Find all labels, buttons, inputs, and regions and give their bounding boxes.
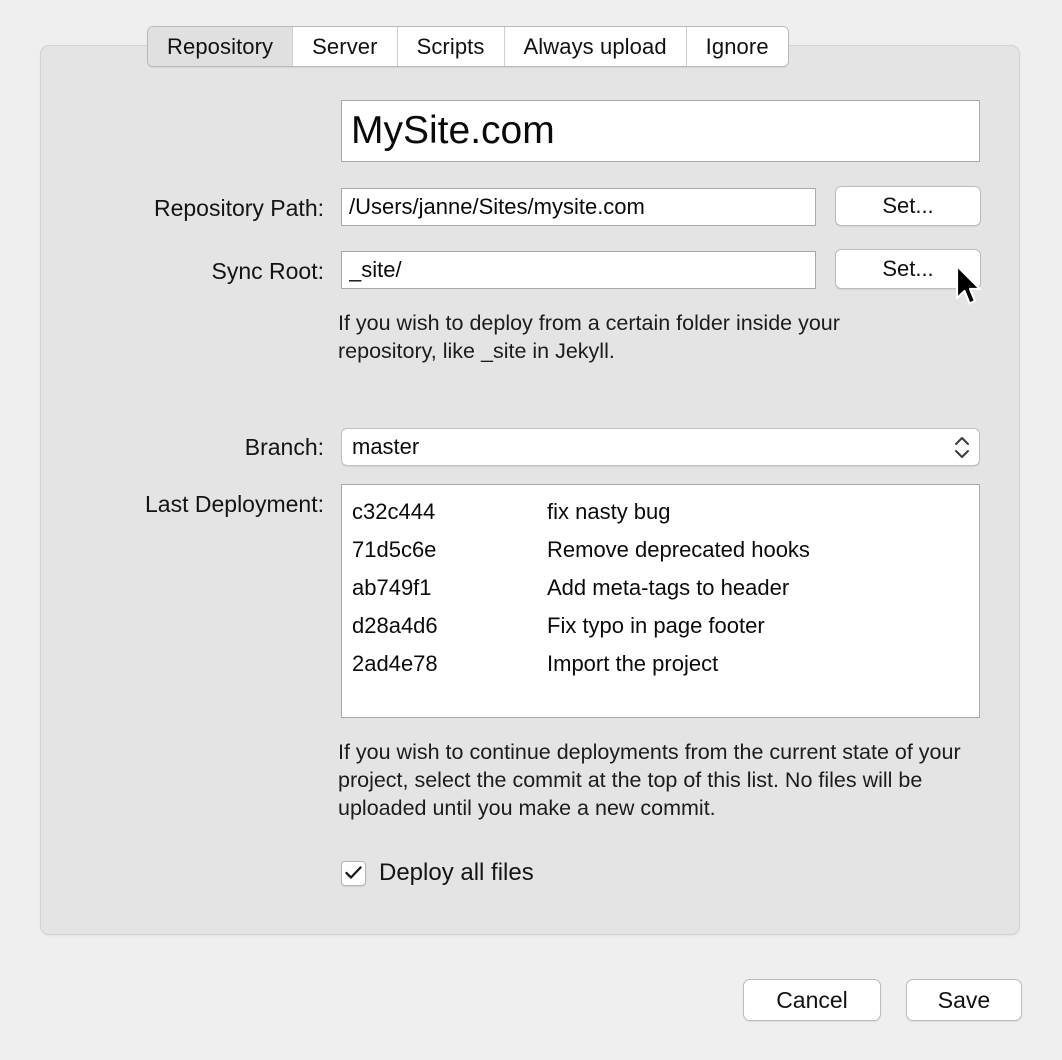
site-name-input[interactable] bbox=[341, 100, 980, 162]
tab-repository[interactable]: Repository bbox=[148, 27, 294, 66]
commit-hash: 71d5c6e bbox=[352, 537, 437, 562]
repository-path-set-button[interactable]: Set... bbox=[835, 186, 981, 226]
chevron-up-down-icon bbox=[945, 436, 979, 459]
last-deployment-label: Last Deployment: bbox=[145, 491, 324, 517]
cancel-button-label: Cancel bbox=[776, 986, 848, 1013]
save-button-label: Save bbox=[937, 986, 991, 1013]
commit-hash: c32c444 bbox=[352, 499, 436, 524]
list-item[interactable]: d28a4d6 Fix typo in page footer bbox=[342, 607, 979, 645]
tab-bar: Repository Server Scripts Always upload … bbox=[147, 26, 789, 67]
last-deployment-help-text: If you wish to continue deployments from… bbox=[338, 740, 961, 820]
repository-path-label: Repository Path: bbox=[153, 195, 324, 221]
deploy-all-files-label: Deploy all files bbox=[379, 859, 534, 886]
commit-message: fix nasty bug bbox=[547, 499, 671, 524]
tab-ignore-label: Ignore bbox=[705, 33, 769, 59]
commit-message: Import the project bbox=[547, 651, 719, 676]
commit-message: Remove deprecated hooks bbox=[547, 537, 810, 562]
commit-hash: 2ad4e78 bbox=[352, 651, 438, 676]
branch-selected-value: master bbox=[352, 434, 420, 459]
list-item[interactable]: 2ad4e78 Import the project bbox=[342, 645, 979, 683]
deploy-all-files-row[interactable]: Deploy all files bbox=[341, 859, 534, 887]
deploy-all-files-checkbox[interactable] bbox=[341, 860, 366, 886]
tab-server[interactable]: Server bbox=[293, 27, 398, 66]
sync-root-input[interactable] bbox=[341, 251, 816, 289]
tab-scripts-label: Scripts bbox=[416, 33, 485, 59]
tab-repository-label: Repository bbox=[167, 33, 274, 59]
commit-hash: d28a4d6 bbox=[352, 613, 438, 638]
checkmark-icon bbox=[345, 866, 362, 879]
list-item[interactable]: 71d5c6e Remove deprecated hooks bbox=[342, 531, 979, 569]
repository-path-set-label: Set... bbox=[882, 193, 934, 218]
tab-server-label: Server bbox=[312, 33, 378, 59]
tab-ignore[interactable]: Ignore bbox=[686, 27, 788, 66]
repository-path-input[interactable] bbox=[341, 188, 816, 226]
sync-root-help-text: If you wish to deploy from a certain fol… bbox=[338, 311, 840, 363]
sync-root-set-button[interactable]: Set... bbox=[835, 249, 981, 289]
sync-root-set-label: Set... bbox=[882, 256, 934, 281]
tab-always-upload[interactable]: Always upload bbox=[504, 27, 687, 66]
list-item[interactable]: c32c444 fix nasty bug bbox=[342, 493, 979, 531]
cancel-button[interactable]: Cancel bbox=[743, 979, 881, 1021]
commit-list[interactable]: c32c444 fix nasty bug 71d5c6e Remove dep… bbox=[341, 484, 980, 718]
commit-hash: ab749f1 bbox=[352, 575, 432, 600]
tab-scripts[interactable]: Scripts bbox=[397, 27, 505, 66]
tab-always-upload-label: Always upload bbox=[523, 33, 667, 59]
branch-label: Branch: bbox=[244, 434, 324, 460]
save-button[interactable]: Save bbox=[906, 979, 1022, 1021]
list-item[interactable]: ab749f1 Add meta-tags to header bbox=[342, 569, 979, 607]
commit-message: Add meta-tags to header bbox=[547, 575, 790, 600]
branch-select[interactable]: master bbox=[341, 428, 980, 466]
sync-root-label: Sync Root: bbox=[211, 258, 325, 284]
commit-message: Fix typo in page footer bbox=[547, 613, 765, 638]
